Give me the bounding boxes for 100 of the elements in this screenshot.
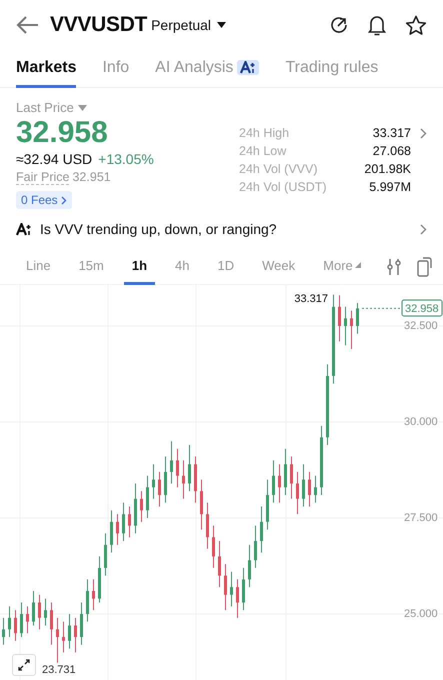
- last-price: 32.958: [16, 115, 108, 151]
- interval-tab[interactable]: More: [315, 248, 369, 284]
- y-axis-label: 25.000: [404, 608, 438, 620]
- candle: [110, 510, 113, 554]
- candle: [74, 617, 77, 653]
- tab[interactable]: Markets: [16, 50, 76, 88]
- candle: [182, 460, 185, 500]
- stat-value: 27.068: [372, 144, 411, 158]
- low-price-label: 23.731: [42, 664, 76, 676]
- y-axis-label: 27.500: [404, 512, 438, 524]
- tab[interactable]: Trading rules: [285, 50, 378, 88]
- usd-price: ≈32.94 USD: [16, 151, 92, 167]
- stat-label: 24h Vol (USDT): [239, 180, 328, 194]
- back-icon[interactable]: [16, 15, 40, 35]
- stat-label: 24h Vol (VVV): [239, 162, 319, 176]
- bell-icon[interactable]: [367, 14, 387, 36]
- interval-tab[interactable]: Line: [18, 248, 59, 284]
- candle: [62, 621, 65, 653]
- candle: [344, 306, 347, 346]
- fair-price: 32.951: [72, 170, 111, 185]
- y-axis-label: 32.500: [404, 320, 438, 332]
- candle: [2, 617, 5, 646]
- symbol-title: VVVUSDT: [50, 13, 148, 37]
- expand-icon[interactable]: [12, 654, 36, 676]
- candle: [116, 514, 119, 546]
- candle: [320, 425, 323, 496]
- candle: [32, 590, 35, 626]
- candle: [164, 456, 167, 504]
- candle: [194, 456, 197, 504]
- candle: [92, 578, 95, 611]
- current-price-tag: 32.958: [402, 300, 442, 316]
- price-line: [362, 308, 402, 309]
- candle: [284, 448, 287, 496]
- candle: [254, 525, 257, 568]
- candle: [44, 598, 47, 626]
- stat-value: 5.997M: [368, 180, 411, 194]
- candle: [314, 475, 317, 504]
- y-axis-label: 30.000: [404, 416, 438, 428]
- stat-label: 24h Low: [239, 144, 288, 158]
- candle: [356, 302, 359, 334]
- last-price-dropdown[interactable]: Last Price: [16, 100, 87, 115]
- interval-tab[interactable]: 4h: [167, 248, 198, 284]
- price-change: +13.05%: [98, 151, 154, 167]
- star-icon[interactable]: [405, 14, 427, 36]
- candle: [200, 479, 203, 530]
- candle: [68, 614, 71, 650]
- candle: [272, 460, 275, 504]
- candle: [98, 556, 101, 603]
- tab[interactable]: AI Analysis: [155, 50, 260, 88]
- candle: [302, 464, 305, 507]
- candle: [218, 540, 221, 588]
- candle: [20, 602, 23, 638]
- rotate-screen-icon[interactable]: [417, 256, 433, 276]
- candle: [134, 482, 137, 534]
- stat-label: 24h High: [239, 126, 290, 140]
- candle: [8, 606, 11, 638]
- candle: [266, 479, 269, 530]
- caret-icon: [78, 104, 87, 110]
- share-icon[interactable]: [329, 15, 349, 35]
- candle: [170, 440, 173, 484]
- candle: [38, 594, 41, 630]
- candle: [50, 602, 53, 646]
- candle: [140, 490, 143, 522]
- candle: [308, 471, 311, 507]
- stat-value: 201.98K: [363, 162, 411, 176]
- candle: [56, 617, 59, 664]
- caret-icon: [217, 22, 226, 28]
- chevron-icon: [60, 196, 67, 204]
- chevron-icon: [420, 224, 427, 234]
- indicator-settings-icon[interactable]: [386, 258, 401, 276]
- candle: [206, 502, 209, 550]
- tab[interactable]: Info: [102, 50, 130, 88]
- candle: [350, 310, 353, 350]
- candle: [236, 578, 239, 618]
- interval-tab[interactable]: 15m: [70, 248, 112, 284]
- ai-icon: [240, 61, 256, 74]
- candle: [80, 602, 83, 646]
- corner-icon: [354, 262, 361, 268]
- candle: [296, 471, 299, 515]
- candle: [338, 294, 341, 342]
- candle: [128, 506, 131, 538]
- candle: [290, 456, 293, 500]
- candle: [146, 475, 149, 518]
- candle: [278, 464, 281, 504]
- interval-tab[interactable]: 1D: [210, 248, 242, 284]
- candle: [248, 544, 251, 588]
- ai-icon: [16, 222, 32, 236]
- stat-value: 33.317: [372, 126, 411, 140]
- candle: [86, 578, 89, 622]
- candle: [26, 606, 29, 634]
- candle: [152, 464, 155, 500]
- candle: [104, 532, 107, 576]
- ai-question-link[interactable]: Is VVV trending up, down, or ranging?: [0, 213, 443, 245]
- candle: [14, 610, 17, 642]
- interval-tab[interactable]: 1h: [124, 248, 156, 284]
- candle: [122, 502, 125, 542]
- fees-link[interactable]: 0 Fees: [16, 191, 72, 209]
- interval-tab[interactable]: Week: [254, 248, 304, 284]
- candle: [176, 448, 179, 488]
- contract-dropdown[interactable]: Perpetual: [151, 17, 226, 33]
